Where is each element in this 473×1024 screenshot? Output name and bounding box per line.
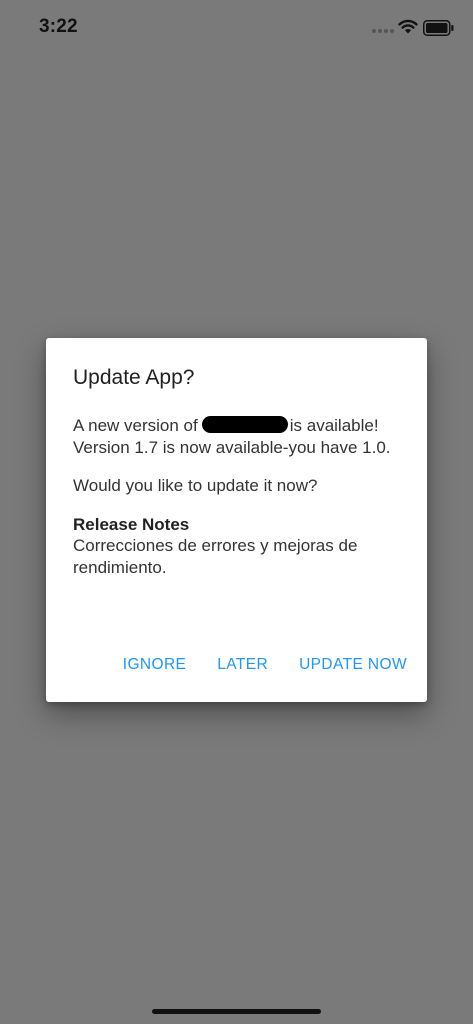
release-notes-heading: Release Notes	[73, 514, 190, 534]
dialog-title: Update App?	[73, 366, 195, 389]
wifi-icon	[398, 19, 418, 34]
update-prompt: Would you like to update it now?	[73, 476, 318, 495]
status-bar: 3:22	[0, 0, 473, 56]
later-button[interactable]: LATER	[217, 656, 268, 674]
message-prefix: A new version of	[73, 416, 198, 435]
update-dialog: Update App? A new version of is available…	[46, 338, 427, 702]
redacted-app-name	[201, 416, 288, 433]
dialog-actions: IGNORE LATER UPDATE NOW	[123, 652, 407, 678]
update-now-button[interactable]: UPDATE NOW	[299, 656, 407, 674]
status-time: 3:22	[39, 16, 78, 37]
cellular-signal-icon	[372, 28, 396, 34]
update-message: A new version of is available! Version 1.…	[73, 415, 408, 458]
battery-icon	[423, 20, 454, 36]
dialog-body: A new version of is available! Version 1.…	[73, 415, 408, 578]
ignore-button[interactable]: IGNORE	[123, 656, 187, 674]
release-notes-text: Correcciones de errores y mejoras de ren…	[73, 536, 358, 577]
home-indicator[interactable]	[152, 1009, 321, 1014]
